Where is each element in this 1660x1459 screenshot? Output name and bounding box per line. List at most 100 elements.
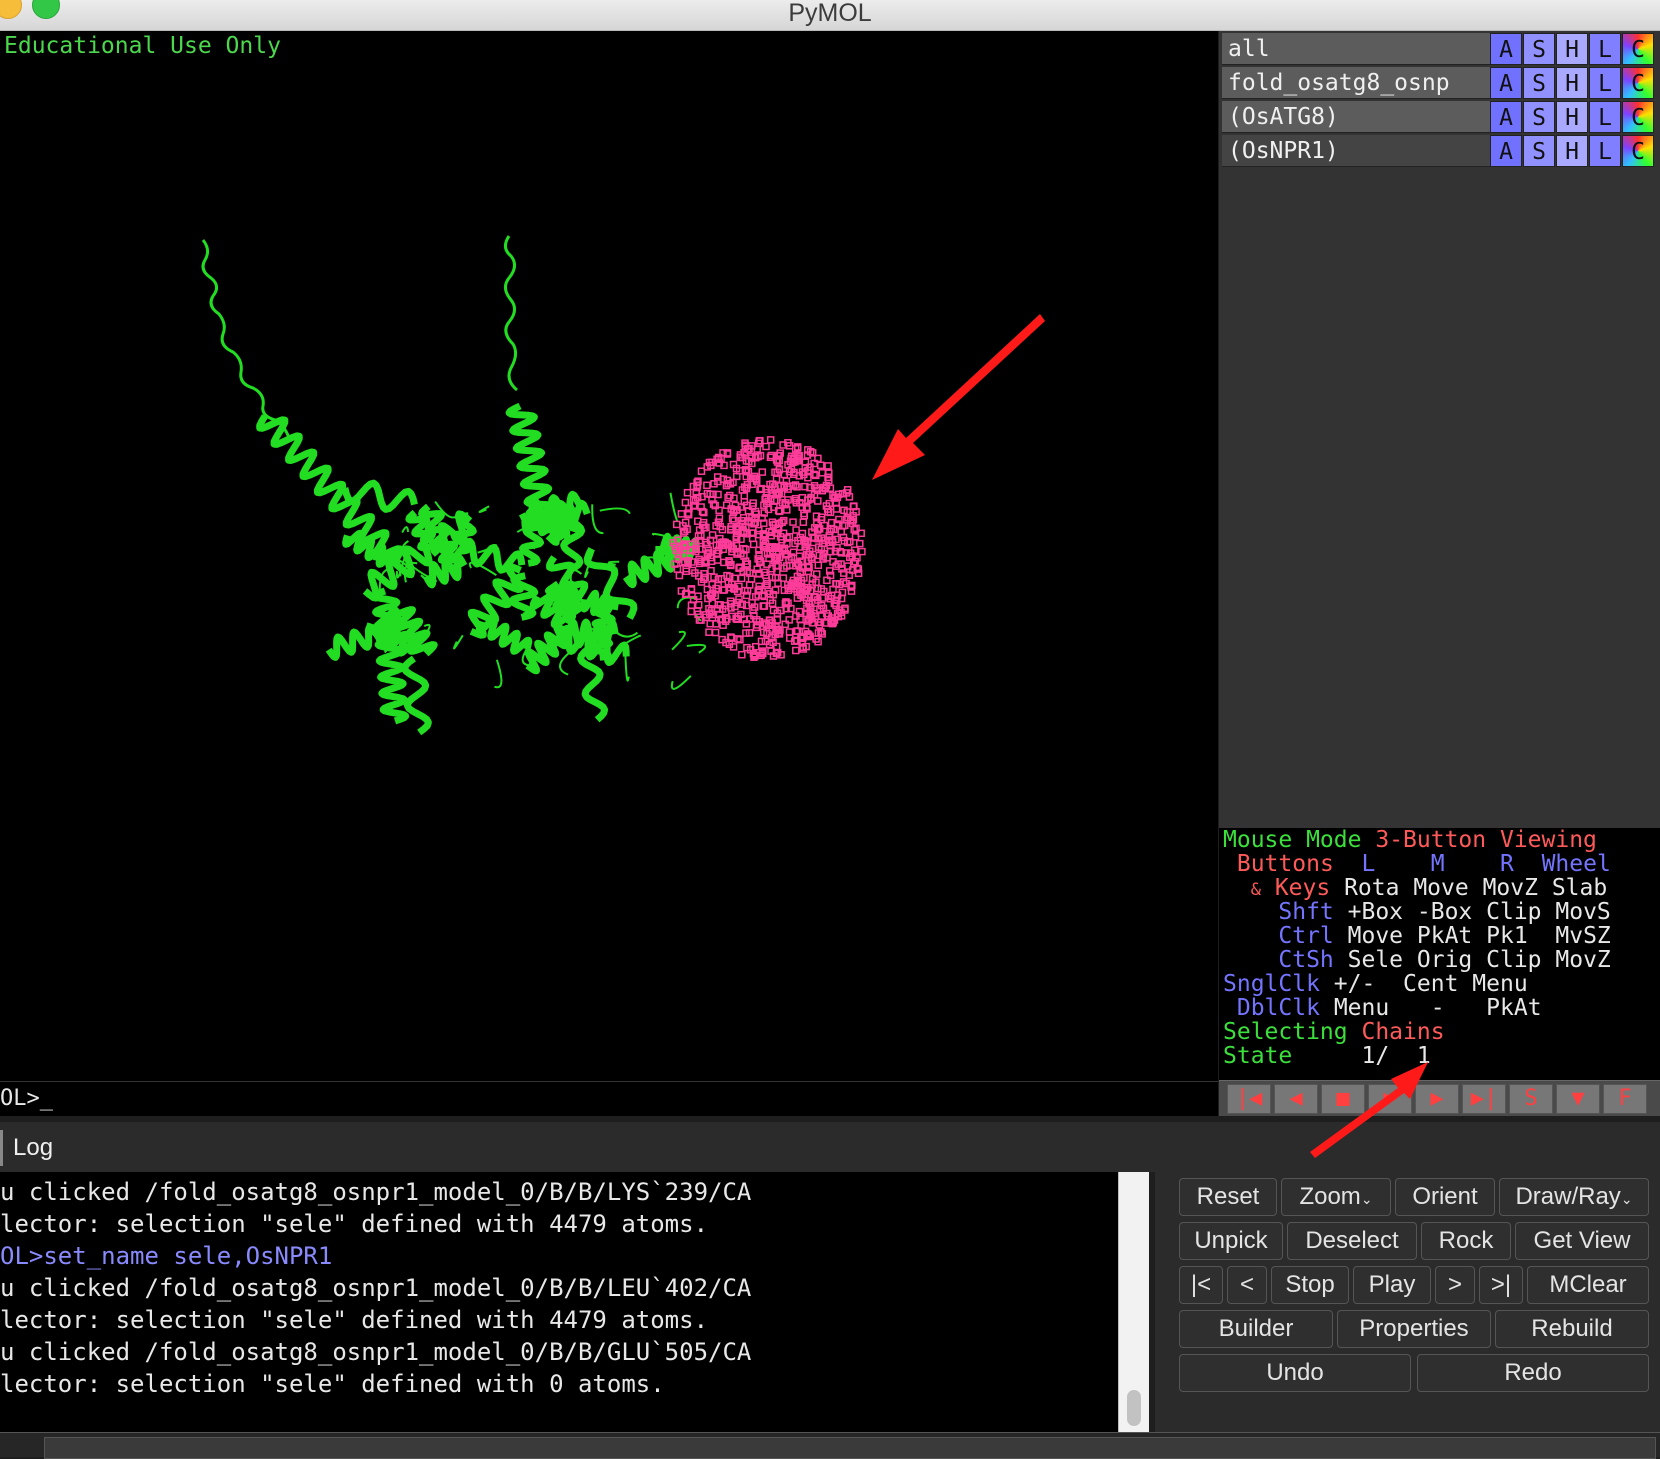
mode-cell: PkAt xyxy=(1416,923,1473,949)
get-view-button[interactable]: Get View xyxy=(1515,1222,1649,1260)
action-button[interactable]: A xyxy=(1490,33,1522,65)
log-tab[interactable]: Log xyxy=(0,1130,61,1166)
control-button-panel: Reset Zoom⌄ Orient Draw/Ray⌄ Unpick Dese… xyxy=(1155,1172,1660,1432)
mode-cell: -Box xyxy=(1416,899,1473,925)
selecting-mode-value[interactable]: Chains xyxy=(1361,1019,1444,1045)
log-line: u clicked /fold_osatg8_osnpr1_model_0/B/… xyxy=(0,1178,752,1206)
deselect-button[interactable]: Deselect xyxy=(1287,1222,1417,1260)
object-name[interactable]: (OsATG8) xyxy=(1222,101,1490,133)
log-line-command: OL>set_name sele,OsNPR1 xyxy=(0,1242,333,1270)
label-button[interactable]: L xyxy=(1589,33,1621,65)
draw-ray-label: Draw/Ray xyxy=(1515,1183,1621,1210)
color-button[interactable]: C xyxy=(1622,101,1654,133)
reset-button[interactable]: Reset xyxy=(1179,1178,1277,1216)
object-name[interactable]: fold_osatg8_osnp xyxy=(1222,67,1490,99)
previous-frame-button[interactable]: < xyxy=(1227,1266,1267,1304)
scrollbar-thumb[interactable] xyxy=(1127,1390,1141,1426)
ctrl-shift-label: CtSh xyxy=(1278,947,1334,973)
object-row-fold-osatg8[interactable]: fold_osatg8_osnp A S H L C xyxy=(1222,67,1660,99)
play-icon[interactable]: ▶ xyxy=(1368,1084,1412,1114)
show-button[interactable]: S xyxy=(1523,33,1555,65)
color-button[interactable]: C xyxy=(1622,33,1654,65)
mouse-mode-value: 3-Button Viewing xyxy=(1375,827,1597,853)
step-forward-icon[interactable]: ▶ xyxy=(1415,1084,1459,1114)
button-l-header: L xyxy=(1361,851,1376,877)
object-row-osatg8[interactable]: (OsATG8) A S H L C xyxy=(1222,101,1660,133)
buttons-label: Buttons xyxy=(1236,851,1334,877)
redo-button[interactable]: Redo xyxy=(1417,1354,1649,1392)
hide-button[interactable]: H xyxy=(1556,67,1588,99)
show-button[interactable]: S xyxy=(1523,101,1555,133)
mode-cell: PkAt xyxy=(1486,995,1542,1021)
action-button[interactable]: A xyxy=(1490,135,1522,167)
first-frame-button[interactable]: |< xyxy=(1179,1266,1223,1304)
unpick-button[interactable]: Unpick xyxy=(1179,1222,1283,1260)
mouse-mode-label: Mouse Mode xyxy=(1223,827,1362,853)
undo-button[interactable]: Undo xyxy=(1179,1354,1411,1392)
mode-cell: - xyxy=(1430,995,1445,1021)
mouse-mode-legend[interactable]: Mouse Mode 3-Button Viewing Buttons L M … xyxy=(1219,828,1660,1080)
log-line: u clicked /fold_osatg8_osnpr1_model_0/B/… xyxy=(0,1274,752,1302)
scene-button[interactable]: S xyxy=(1509,1084,1553,1114)
mode-cell: Cent xyxy=(1403,971,1459,997)
command-prompt: OL>_ xyxy=(0,1086,53,1111)
stop-button[interactable]: Stop xyxy=(1271,1266,1349,1304)
action-button[interactable]: A xyxy=(1490,101,1522,133)
stop-icon[interactable]: ■ xyxy=(1321,1084,1365,1114)
chevron-down-icon: ⌄ xyxy=(1620,1191,1633,1207)
keys-label: Keys xyxy=(1274,875,1331,901)
rebuild-button[interactable]: Rebuild xyxy=(1495,1310,1649,1348)
zoom-label: Zoom xyxy=(1299,1183,1361,1210)
log-line: u clicked /fold_osatg8_osnpr1_model_0/B/… xyxy=(0,1338,752,1366)
log-scrollbar[interactable] xyxy=(1118,1172,1149,1432)
label-button[interactable]: L xyxy=(1589,135,1621,167)
label-button[interactable]: L xyxy=(1589,101,1621,133)
command-line[interactable]: OL>_ xyxy=(0,1081,1218,1116)
show-button[interactable]: S xyxy=(1523,135,1555,167)
play-button[interactable]: Play xyxy=(1353,1266,1431,1304)
next-frame-button[interactable]: > xyxy=(1435,1266,1475,1304)
fullscreen-button[interactable]: F xyxy=(1603,1084,1647,1114)
mode-cell: Move xyxy=(1347,923,1404,949)
hide-button[interactable]: H xyxy=(1556,101,1588,133)
menu-down-icon[interactable]: ▼ xyxy=(1556,1084,1600,1114)
object-name[interactable]: all xyxy=(1222,33,1490,65)
object-row-osnpr1[interactable]: (OsNPR1) A S H L C xyxy=(1222,135,1660,167)
step-back-icon[interactable]: ◀ xyxy=(1274,1084,1318,1114)
hide-button[interactable]: H xyxy=(1556,33,1588,65)
state-label: State xyxy=(1223,1043,1293,1069)
selected-chain-atoms xyxy=(669,436,866,661)
show-button[interactable]: S xyxy=(1523,67,1555,99)
draw-ray-button[interactable]: Draw/Ray⌄ xyxy=(1499,1178,1649,1216)
action-button[interactable]: A xyxy=(1490,67,1522,99)
rewind-icon[interactable]: |◀ xyxy=(1227,1084,1271,1114)
protein-cartoon xyxy=(201,235,518,439)
molecule-viewer[interactable]: Educational Use Only xyxy=(0,31,1218,1081)
rock-button[interactable]: Rock xyxy=(1421,1222,1511,1260)
color-button[interactable]: C xyxy=(1622,135,1654,167)
ampersand: & xyxy=(1250,880,1261,900)
chevron-down-icon: ⌄ xyxy=(1360,1191,1373,1207)
properties-button[interactable]: Properties xyxy=(1337,1310,1491,1348)
mode-cell: MvSZ xyxy=(1555,923,1611,949)
orient-button[interactable]: Orient xyxy=(1395,1178,1495,1216)
mode-cell: Menu xyxy=(1472,971,1528,997)
log-output[interactable]: u clicked /fold_osatg8_osnpr1_model_0/B/… xyxy=(0,1172,1148,1432)
mode-cell: Sele xyxy=(1347,947,1404,973)
title-bar: PyMOL xyxy=(0,0,1660,31)
hide-button[interactable]: H xyxy=(1556,135,1588,167)
mclear-button[interactable]: MClear xyxy=(1527,1266,1649,1304)
label-button[interactable]: L xyxy=(1589,67,1621,99)
window-title: PyMOL xyxy=(788,0,872,27)
zoom-button[interactable]: Zoom⌄ xyxy=(1281,1178,1391,1216)
object-row-all[interactable]: all A S H L C xyxy=(1222,33,1660,65)
last-frame-button[interactable]: >| xyxy=(1479,1266,1523,1304)
button-m-header: M xyxy=(1430,851,1445,877)
movie-control-bar: |◀ ◀ ■ ▶ ▶ ▶| S ▼ F xyxy=(1219,1080,1660,1116)
builder-button[interactable]: Builder xyxy=(1179,1310,1333,1348)
mode-cell: Slab xyxy=(1551,875,1608,901)
object-name[interactable]: (OsNPR1) xyxy=(1222,135,1490,167)
fast-forward-icon[interactable]: ▶| xyxy=(1462,1084,1506,1114)
color-button[interactable]: C xyxy=(1622,67,1654,99)
mode-cell: +/- xyxy=(1333,971,1376,997)
